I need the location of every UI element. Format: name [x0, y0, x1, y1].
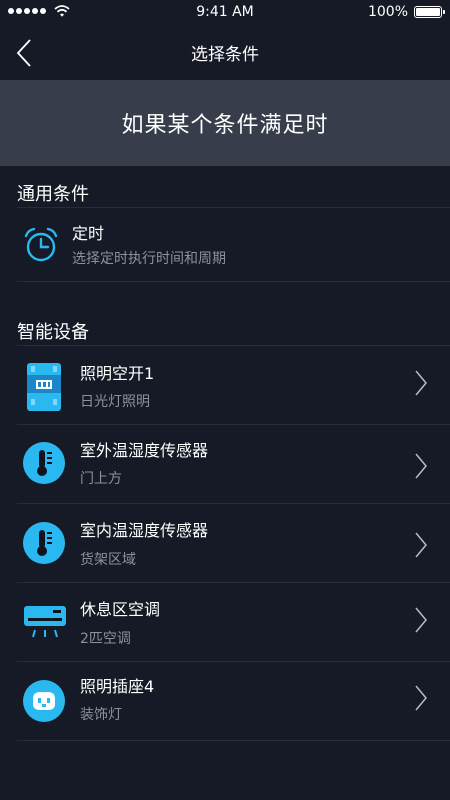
divider [17, 740, 450, 741]
air-conditioner-icon [24, 606, 66, 638]
page-title: 选择条件 [191, 45, 259, 65]
list-item-device[interactable]: 休息区空调 2匹空调 [0, 583, 450, 661]
device-subtitle: 2匹空调 [80, 631, 131, 647]
list-item-device[interactable]: 室内温湿度传感器 货架区域 [0, 504, 450, 582]
alarm-clock-icon [24, 227, 58, 262]
circuit-breaker-icon [27, 363, 61, 411]
timer-title: 定时 [72, 224, 105, 243]
list-item-timer[interactable]: 定时 选择定时执行时间和周期 [0, 208, 450, 280]
timer-subtitle: 选择定时执行时间和周期 [72, 251, 226, 267]
chevron-right-icon [415, 685, 427, 711]
list-item-device[interactable]: 照明插座4 装饰灯 [0, 662, 450, 740]
device-subtitle: 货架区域 [80, 552, 136, 568]
chevron-right-icon [415, 607, 427, 633]
list-item-device[interactable]: 照明空开1 日光灯照明 [0, 346, 450, 424]
chevron-right-icon [415, 532, 427, 558]
power-socket-icon [23, 680, 65, 722]
navigation-bar: 选择条件 [0, 26, 450, 78]
thermometer-icon [23, 522, 65, 564]
device-title: 室外温湿度传感器 [80, 441, 209, 460]
device-title: 室内温湿度传感器 [80, 521, 209, 540]
divider [17, 281, 450, 282]
battery-icon [414, 6, 445, 18]
battery-percentage: 100% [367, 4, 408, 20]
section-title-smart-devices: 智能设备 [17, 322, 89, 343]
section-title-general: 通用条件 [17, 184, 89, 205]
device-subtitle: 装饰灯 [80, 707, 122, 723]
device-title: 照明插座4 [80, 677, 155, 696]
condition-banner: 如果某个条件满足时 [0, 80, 450, 166]
status-bar: 9:41 AM 100% [0, 0, 450, 26]
chevron-right-icon [415, 453, 427, 479]
thermometer-icon [23, 442, 65, 484]
list-item-device[interactable]: 室外温湿度传感器 门上方 [0, 425, 450, 503]
device-title: 照明空开1 [80, 364, 155, 383]
device-subtitle: 日光灯照明 [80, 394, 150, 410]
device-title: 休息区空调 [80, 600, 161, 619]
device-subtitle: 门上方 [80, 471, 122, 487]
banner-text: 如果某个条件满足时 [121, 113, 329, 138]
chevron-right-icon [415, 370, 427, 396]
